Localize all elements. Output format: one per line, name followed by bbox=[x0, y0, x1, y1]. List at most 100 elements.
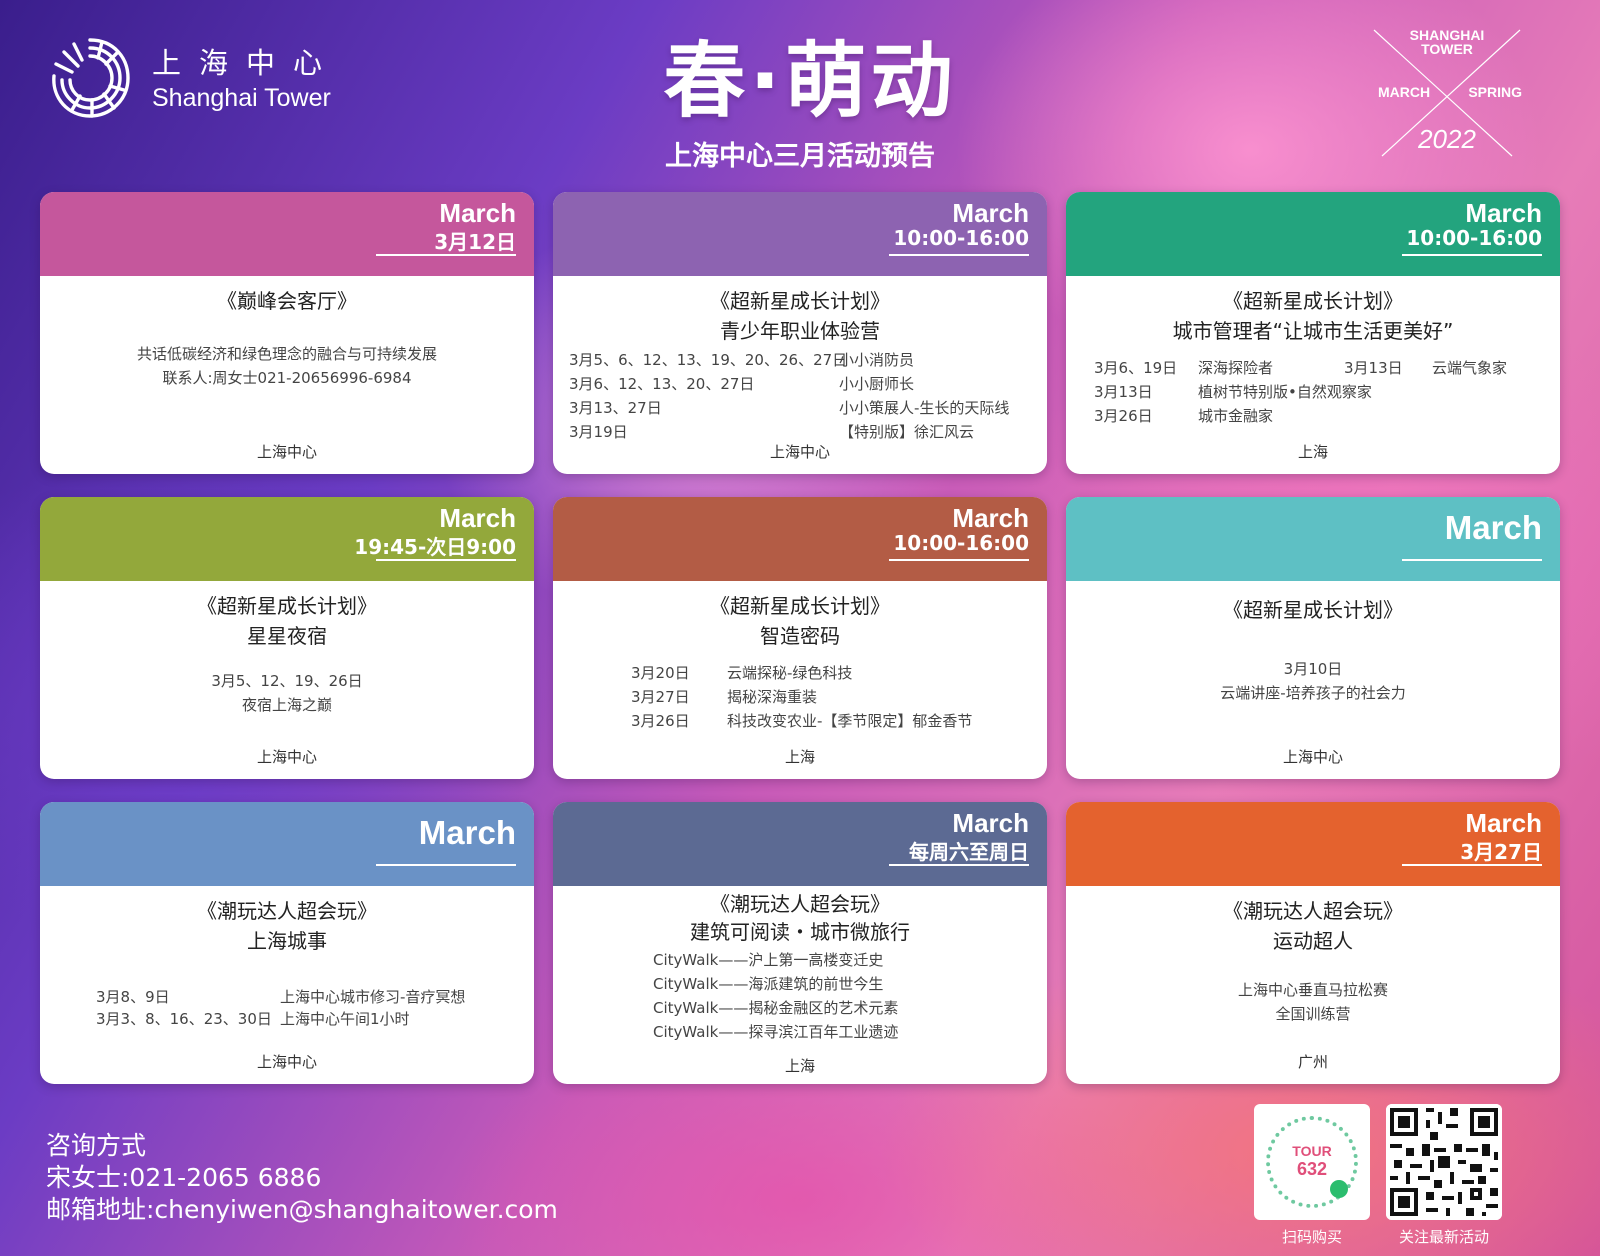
card-body: 《潮玩达人超会玩》 运动超人 上海中心垂直马拉松赛 全国训练营 广州 bbox=[1066, 886, 1560, 1084]
card-title-sub: 建筑可阅读・城市微旅行 bbox=[690, 920, 910, 944]
contact-title: 咨询方式 bbox=[46, 1131, 147, 1160]
schedule-activity: 上海中心城市修习-音疗冥想 bbox=[280, 988, 466, 1006]
card-location: 上海 bbox=[784, 1057, 815, 1075]
schedule-activity: 科技改变农业-【季节限定】郁金香节 bbox=[727, 712, 973, 730]
schedule-date: 3月13日 bbox=[1094, 383, 1153, 401]
event-card-star-night[interactable]: March 19:45-次日9:00 《超新星成长计划》 星星夜宿 3月5、12… bbox=[40, 497, 534, 779]
schedule-row: 3月26日 科技改变农业-【季节限定】郁金香节 bbox=[631, 709, 1041, 733]
schedule-row: 3月8、9日 上海中心城市修习-音疗冥想 bbox=[96, 986, 526, 1008]
badge-march-text: MARCH bbox=[1378, 84, 1431, 100]
qr-brand: TOUR 632 bbox=[1254, 1142, 1370, 1178]
card-title-sub: 上海城事 bbox=[247, 929, 327, 953]
schedule-row: 3月13日 植树节特别版•自然观察家 bbox=[1094, 380, 1554, 404]
schedule-row: 3月27日 揭秘深海重装 bbox=[631, 685, 1041, 709]
header-divider bbox=[1402, 864, 1542, 866]
badge-spring-text: SPRING bbox=[1468, 84, 1522, 100]
qr-code-icon[interactable] bbox=[1386, 1104, 1502, 1220]
schedule-activity: 小小厨师长 bbox=[839, 375, 915, 393]
card-title: 《潮玩达人超会玩》 运动超人 bbox=[1066, 896, 1560, 956]
card-month: March bbox=[418, 814, 516, 851]
logo-chinese-name: 上海中心 bbox=[152, 46, 341, 80]
qr-brand-name: TOUR bbox=[1292, 1143, 1332, 1159]
header-divider bbox=[889, 254, 1029, 256]
qr-brand-number: 632 bbox=[1296, 1159, 1328, 1179]
card-time: 10:00-16:00 bbox=[1406, 226, 1542, 250]
card-title-main: 《超新星成长计划》 bbox=[710, 289, 890, 313]
event-card-city-stories[interactable]: March 《潮玩达人超会玩》 上海城事 3月8、9日 上海中心城市修习-音疗冥想… bbox=[40, 802, 534, 1084]
event-card-city-manager[interactable]: March 10:00-16:00 《超新星成长计划》 城市管理者“让城市生活更… bbox=[1066, 192, 1560, 474]
card-location: 广州 bbox=[1297, 1053, 1328, 1071]
schedule-activity: 上海中心午间1小时 bbox=[280, 1010, 410, 1028]
event-card-summit-lounge[interactable]: March 3月12日 《巅峰会客厅》 共话低碳经济和绿色理念的融合与可持续发展… bbox=[40, 192, 534, 474]
schedule-activity: 城市金融家 bbox=[1198, 407, 1274, 425]
card-month: March bbox=[439, 198, 516, 228]
card-header: March 每周六至周日 bbox=[553, 802, 1047, 886]
card-month: March bbox=[439, 503, 516, 533]
badge-tower-text: SHANGHAI TOWER bbox=[1409, 27, 1485, 57]
logo-english-name: Shanghai Tower bbox=[152, 84, 331, 112]
card-title-sub: 运动超人 bbox=[1273, 929, 1353, 953]
event-card-smart-code[interactable]: March 10:00-16:00 《超新星成长计划》 智造密码 3月20日 云端… bbox=[553, 497, 1047, 779]
purchase-qr[interactable]: TOUR 632 扫码购买 bbox=[1254, 1104, 1370, 1247]
contact-phone[interactable]: 宋女士:021-2065 6886 bbox=[46, 1162, 558, 1194]
event-card-cloud-lecture[interactable]: March 《超新星成长计划》 3月10日 云端讲座-培养孩子的社会力 上海中心 bbox=[1066, 497, 1560, 779]
card-title: 《潮玩达人超会玩》 建筑可阅读・城市微旅行 bbox=[553, 890, 1047, 946]
schedule-row: 3月6、12、13、20、27日 小小厨师长 bbox=[569, 372, 1039, 396]
list-item: CityWalk——探寻滨江百年工业遗迹 bbox=[653, 1023, 899, 1041]
mini-program-icon bbox=[1330, 1180, 1348, 1198]
event-card-citywalk[interactable]: March 每周六至周日 《潮玩达人超会玩》 建筑可阅读・城市微旅行 CityW… bbox=[553, 802, 1047, 1084]
card-title: 《潮玩达人超会玩》 上海城事 bbox=[40, 896, 534, 956]
schedule-row: 3月13、27日 小小策展人-生长的天际线 bbox=[569, 396, 1039, 420]
header-divider bbox=[376, 864, 516, 866]
description-line: 共话低碳经济和绿色理念的融合与可持续发展 bbox=[136, 345, 437, 363]
header-divider bbox=[1402, 559, 1542, 561]
schedule-activity: 植树节特别版•自然观察家 bbox=[1198, 383, 1372, 401]
card-location: 上海中心 bbox=[1282, 748, 1343, 766]
schedule-activity: 小小策展人-生长的天际线 bbox=[839, 399, 1010, 417]
schedule-row: 3月5、6、12、13、19、20、26、27日 小小消防员 bbox=[569, 348, 1039, 372]
qr-caption: 扫码购买 bbox=[1281, 1228, 1342, 1246]
card-month: March bbox=[952, 198, 1029, 228]
contact-email[interactable]: 邮箱地址:chenyiwen@shanghaitower.com bbox=[46, 1194, 558, 1226]
card-location: 上海 bbox=[1297, 443, 1328, 461]
schedule-date: 3月5、6、12、13、19、20、26、27日 bbox=[569, 351, 848, 369]
card-location: 上海 bbox=[784, 748, 815, 766]
page-subtitle: 上海中心三月活动预告 bbox=[665, 141, 935, 172]
mini-program-qr-icon[interactable]: TOUR 632 bbox=[1254, 1104, 1370, 1220]
card-month: March bbox=[952, 503, 1029, 533]
event-card-career-camp[interactable]: March 10:00-16:00 《超新星成长计划》 青少年职业体验营 3月5… bbox=[553, 192, 1047, 474]
card-month: March bbox=[952, 808, 1029, 838]
header-divider bbox=[376, 254, 516, 256]
schedule-date: 3月13、27日 bbox=[569, 399, 662, 417]
follow-qr[interactable]: 关注最新活动 bbox=[1386, 1104, 1502, 1247]
card-title: 《超新星成长计划》 城市管理者“让城市生活更美好” bbox=[1066, 286, 1560, 346]
card-schedule: 每周六至周日 bbox=[909, 840, 1029, 864]
schedule-activity: 夜宿上海之巅 bbox=[241, 696, 332, 714]
schedule-activity: 小小消防员 bbox=[839, 351, 915, 369]
card-title-main: 《超新星成长计划》 bbox=[1223, 289, 1403, 313]
card-title-main: 《潮玩达人超会玩》 bbox=[710, 892, 890, 916]
header-divider bbox=[376, 559, 516, 561]
event-card-sport-hero[interactable]: March 3月27日 《潮玩达人超会玩》 运动超人 上海中心垂直马拉松赛 全国… bbox=[1066, 802, 1560, 1084]
card-title: 《超新星成长计划》 智造密码 bbox=[553, 591, 1047, 651]
schedule-activity: 深海探险者 bbox=[1198, 359, 1274, 377]
event-line: 全国训练营 bbox=[1275, 1005, 1351, 1023]
card-header: March 3月27日 bbox=[1066, 802, 1560, 886]
card-title-sub: 星星夜宿 bbox=[247, 624, 327, 648]
season-badge: SHANGHAI TOWER MARCH SPRING 2022 bbox=[1372, 24, 1522, 158]
contact-line: 联系人:周女士021-20656996-6984 bbox=[162, 369, 412, 387]
card-header: March bbox=[40, 802, 534, 886]
schedule-activity: 云端讲座-培养孩子的社会力 bbox=[1220, 684, 1406, 702]
schedule-date: 3月26日 bbox=[1094, 407, 1153, 425]
card-month: March bbox=[1465, 198, 1542, 228]
card-title: 《巅峰会客厅》 bbox=[217, 289, 357, 313]
card-header: March 19:45-次日9:00 bbox=[40, 497, 534, 581]
card-body: 《超新星成长计划》 智造密码 3月20日 云端探秘-绿色科技 3月27日 揭秘深海重… bbox=[553, 581, 1047, 779]
card-title: 《超新星成长计划》 青少年职业体验营 bbox=[553, 286, 1047, 346]
card-time: 10:00-16:00 bbox=[893, 531, 1029, 555]
card-description: 3月10日 云端讲座-培养孩子的社会力 bbox=[1066, 657, 1560, 705]
card-location: 上海中心 bbox=[769, 443, 830, 461]
header-divider bbox=[889, 864, 1029, 866]
badge-year: 2022 bbox=[1418, 124, 1476, 154]
shanghai-tower-logo-icon bbox=[52, 38, 130, 118]
